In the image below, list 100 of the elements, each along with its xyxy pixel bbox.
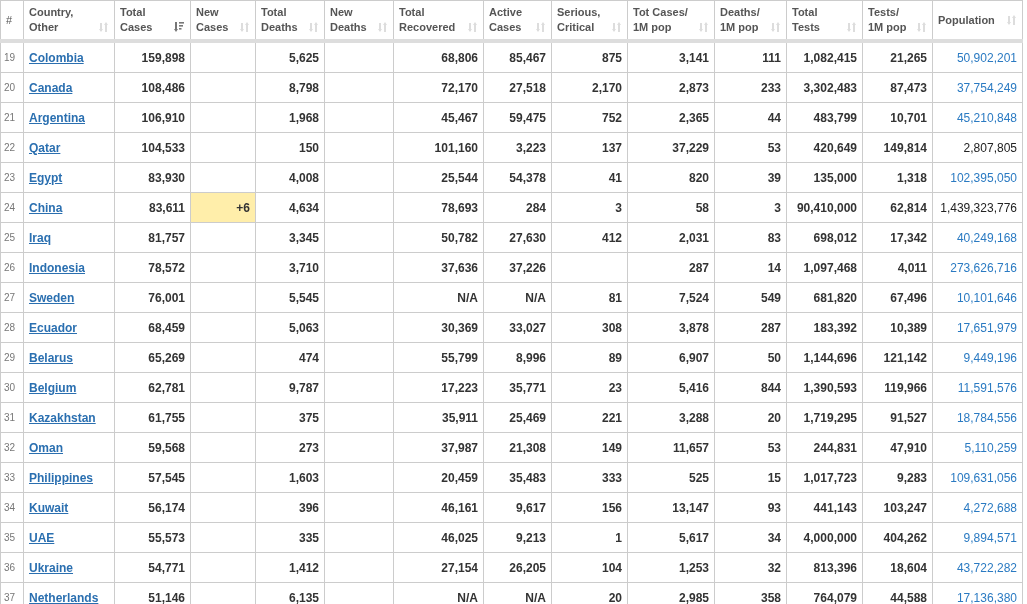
table-cell: 54,771 — [114, 552, 191, 583]
population-cell: 1,439,323,776 — [932, 192, 1023, 223]
rank-cell: 22 — [0, 132, 24, 163]
population-cell[interactable]: 11,591,576 — [932, 372, 1023, 403]
table-cell: 72,170 — [393, 72, 484, 103]
column-header[interactable]: New Cases — [190, 0, 256, 41]
population-cell[interactable]: 40,249,168 — [932, 222, 1023, 253]
table-cell: 441,143 — [786, 492, 863, 523]
population-cell[interactable]: 5,110,259 — [932, 432, 1023, 463]
column-header[interactable]: Population — [932, 0, 1023, 41]
rank-cell: 24 — [0, 192, 24, 223]
table-cell: 5,617 — [627, 522, 715, 553]
population-cell[interactable]: 273,626,716 — [932, 252, 1023, 283]
column-header[interactable]: Total Cases — [114, 0, 191, 41]
table-cell: 1,412 — [255, 552, 325, 583]
table-cell: 9,283 — [862, 462, 933, 493]
table-cell: 287 — [714, 312, 787, 343]
table-cell: 875 — [551, 41, 628, 73]
table-cell: 150 — [255, 132, 325, 163]
column-header[interactable]: Serious, Critical — [551, 0, 628, 41]
country-link[interactable]: Oman — [29, 440, 63, 455]
country-link[interactable]: Qatar — [29, 140, 61, 155]
column-header[interactable]: Tests/ 1M pop — [862, 0, 933, 41]
table-cell: 10,389 — [862, 312, 933, 343]
table-cell: 15 — [714, 462, 787, 493]
population-cell[interactable]: 102,395,050 — [932, 162, 1023, 193]
population-cell[interactable]: 50,902,201 — [932, 41, 1023, 73]
table-cell: 78,572 — [114, 252, 191, 283]
population-cell[interactable]: 9,894,571 — [932, 522, 1023, 553]
table-cell: 26,205 — [483, 552, 552, 583]
column-label: Tot Cases/ 1M pop — [633, 5, 688, 35]
table-cell: 284 — [483, 192, 552, 223]
table-cell: 244,831 — [786, 432, 863, 463]
table-cell: 121,142 — [862, 342, 933, 373]
rank-cell: 31 — [0, 402, 24, 433]
table-cell: 13,147 — [627, 492, 715, 523]
rank-cell: 32 — [0, 432, 24, 463]
column-header[interactable]: Country, Other — [23, 0, 115, 41]
table-cell: 4,634 — [255, 192, 325, 223]
column-header[interactable]: Tot Cases/ 1M pop — [627, 0, 715, 41]
table-cell: 104,533 — [114, 132, 191, 163]
table-cell: 5,625 — [255, 41, 325, 73]
table-cell: 35,771 — [483, 372, 552, 403]
column-header[interactable]: Total Tests — [786, 0, 863, 41]
population-cell[interactable]: 4,272,688 — [932, 492, 1023, 523]
country-link[interactable]: China — [29, 200, 63, 215]
table-cell: N/A — [393, 282, 484, 313]
country-link[interactable]: UAE — [29, 530, 55, 545]
table-cell: 308 — [551, 312, 628, 343]
column-header[interactable]: # — [0, 0, 24, 41]
table-cell: 4,011 — [862, 252, 933, 283]
table-cell: 3 — [714, 192, 787, 223]
population-cell[interactable]: 109,631,056 — [932, 462, 1023, 493]
table-cell: 27,630 — [483, 222, 552, 253]
table-cell: 1,082,415 — [786, 41, 863, 73]
population-cell[interactable]: 9,449,196 — [932, 342, 1023, 373]
table-cell: 233 — [714, 72, 787, 103]
table-cell: 25,469 — [483, 402, 552, 433]
table-cell: 2,170 — [551, 72, 628, 103]
table-cell: 101,160 — [393, 132, 484, 163]
population-cell[interactable]: 18,784,556 — [932, 402, 1023, 433]
table-cell: 752 — [551, 102, 628, 133]
country-link[interactable]: Egypt — [29, 170, 63, 185]
table-cell: 27,518 — [483, 72, 552, 103]
table-cell: 90,410,000 — [786, 192, 863, 223]
table-cell: 412 — [551, 222, 628, 253]
table-cell: 108,486 — [114, 72, 191, 103]
table-cell: 35,483 — [483, 462, 552, 493]
population-cell[interactable]: 37,754,249 — [932, 72, 1023, 103]
column-header[interactable]: Active Cases — [483, 0, 552, 41]
population-cell[interactable]: 43,722,282 — [932, 552, 1023, 583]
table-cell: 1,097,468 — [786, 252, 863, 283]
population-cell[interactable]: 45,210,848 — [932, 102, 1023, 133]
table-cell: 62,814 — [862, 192, 933, 223]
table-cell: 30,369 — [393, 312, 484, 343]
table-cell: 89 — [551, 342, 628, 373]
table-cell: 41 — [551, 162, 628, 193]
table-cell: 287 — [627, 252, 715, 283]
table-cell: 698,012 — [786, 222, 863, 253]
table-cell: 27,154 — [393, 552, 484, 583]
table-cell: 53 — [714, 132, 787, 163]
rank-cell: 37 — [0, 582, 24, 604]
table-cell: 149 — [551, 432, 628, 463]
table-cell: 50,782 — [393, 222, 484, 253]
column-header[interactable]: Deaths/ 1M pop — [714, 0, 787, 41]
population-cell[interactable]: 17,651,979 — [932, 312, 1023, 343]
table-cell: 32 — [714, 552, 787, 583]
rank-cell: 36 — [0, 552, 24, 583]
table-cell: 3,345 — [255, 222, 325, 253]
rank-cell: 30 — [0, 372, 24, 403]
country-link[interactable]: Iraq — [29, 230, 51, 245]
column-header[interactable]: Total Deaths — [255, 0, 325, 41]
table-cell: 35,911 — [393, 402, 484, 433]
table-cell: 3,141 — [627, 41, 715, 73]
population-cell[interactable]: 10,101,646 — [932, 282, 1023, 313]
table-cell: 91,527 — [862, 402, 933, 433]
column-header[interactable]: Total Recovered — [393, 0, 484, 41]
column-header[interactable]: New Deaths — [324, 0, 394, 41]
table-cell: 85,467 — [483, 41, 552, 73]
table-cell: 59,475 — [483, 102, 552, 133]
